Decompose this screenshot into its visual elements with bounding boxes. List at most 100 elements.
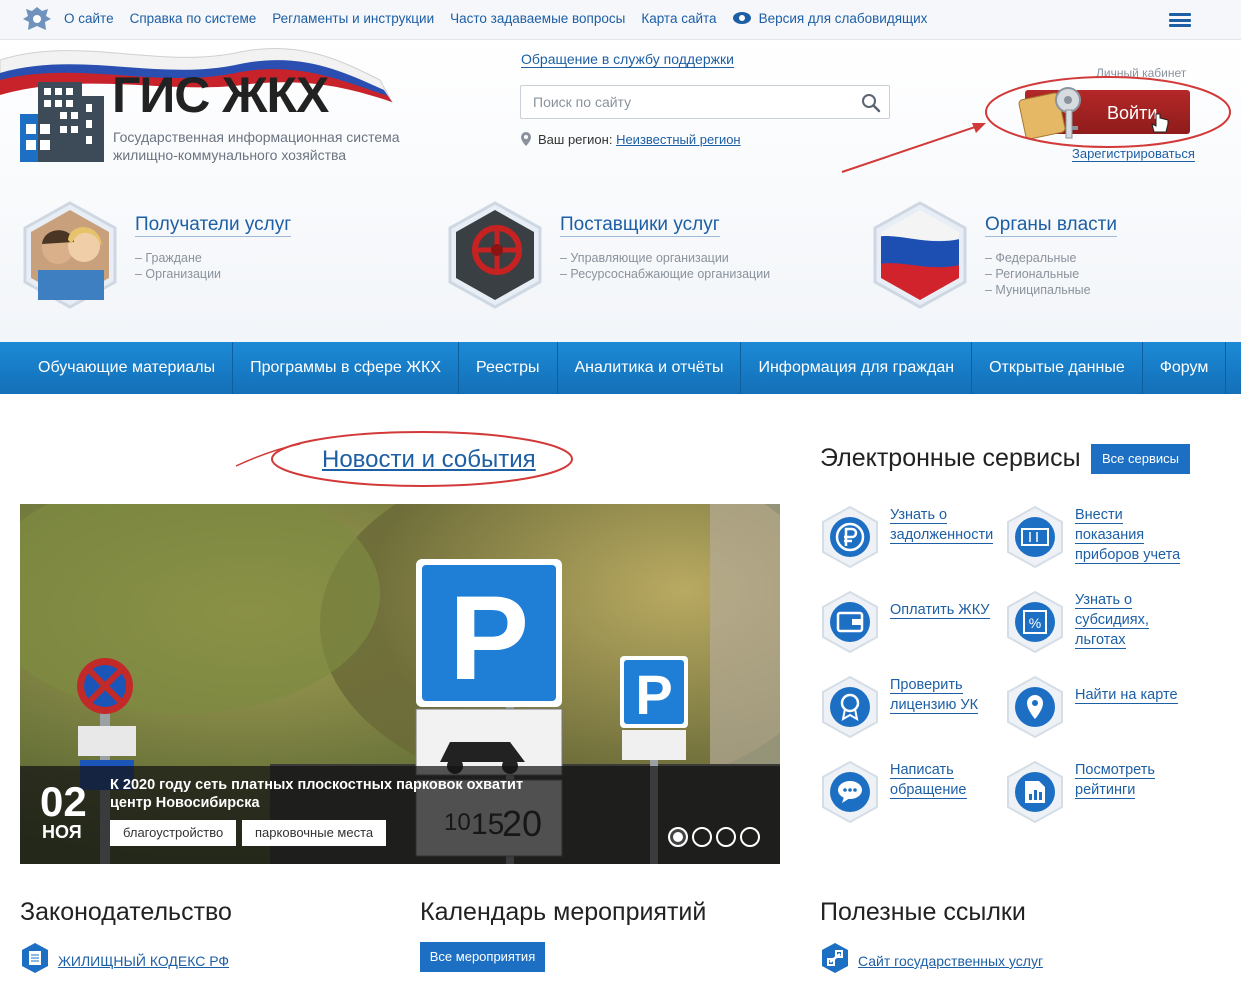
cabinet-label: Личный кабинет	[1096, 66, 1187, 80]
top-link-sitemap[interactable]: Карта сайта	[641, 11, 716, 26]
service-license[interactable]: Проверить лицензию УК	[820, 675, 1005, 745]
links-title: Полезные ссылки	[820, 898, 1026, 926]
register-link[interactable]: Зарегистрироваться	[1072, 146, 1195, 162]
category-title[interactable]: Органы власти	[985, 214, 1117, 237]
service-label: Внести показания приборов учета	[1075, 507, 1181, 564]
service-label: Посмотреть рейтинги	[1075, 762, 1155, 799]
logo-subtitle: Государственная информационная система ж…	[113, 129, 400, 163]
region-selector: Ваш регион: Неизвестный регион	[520, 132, 741, 147]
top-link-regulations[interactable]: Регламенты и инструкции	[272, 11, 434, 26]
russian-flag-icon	[873, 201, 967, 309]
news-title[interactable]: Новости и события	[322, 446, 536, 474]
svg-text:P: P	[449, 571, 529, 705]
nav-training[interactable]: Обучающие материалы	[0, 342, 234, 394]
search-input[interactable]	[521, 86, 841, 118]
region-link[interactable]: Неизвестный регион	[616, 132, 741, 147]
recipients-photo-icon	[23, 201, 117, 309]
top-link-faq[interactable]: Часто задаваемые вопросы	[450, 11, 625, 26]
percent-icon: %	[1007, 590, 1063, 654]
region-label: Ваш регион:	[538, 132, 613, 147]
category-item[interactable]: – Управляющие организации	[560, 250, 770, 266]
category-item[interactable]: – Федеральные	[985, 250, 1091, 266]
service-label: Узнать о субсидиях, льготах	[1075, 592, 1149, 649]
license-icon	[822, 675, 878, 739]
slider-dot-4[interactable]	[740, 827, 760, 847]
slide-headline[interactable]: К 2020 году сеть платных плоскостных пар…	[110, 776, 560, 812]
slide-date-month: НОЯ	[42, 822, 82, 842]
category-item[interactable]: – Граждане	[135, 250, 221, 266]
top-bar: О сайте Справка по системе Регламенты и …	[0, 0, 1241, 40]
all-events-button[interactable]: Все мероприятия	[420, 942, 545, 972]
nav-open-data[interactable]: Открытые данные	[972, 342, 1143, 394]
law-title: Законодательство	[20, 898, 232, 926]
providers-valve-icon	[448, 201, 542, 309]
svg-text:P: P	[635, 663, 672, 726]
category-item[interactable]: – Организации	[135, 266, 221, 282]
slider-dot-3[interactable]	[716, 827, 736, 847]
service-ratings[interactable]: Посмотреть рейтинги	[1005, 760, 1190, 830]
all-services-button[interactable]: Все сервисы	[1091, 444, 1190, 474]
nav-analytics[interactable]: Аналитика и отчёты	[558, 342, 742, 394]
eye-icon	[732, 12, 751, 24]
news-annotation-tail	[235, 443, 301, 467]
service-pay[interactable]: Оплатить ЖКУ	[820, 590, 1005, 660]
calendar-title: Календарь мероприятий	[420, 898, 707, 926]
law-link[interactable]: ЖИЛИЩНЫЙ КОДЕКС РФ	[20, 942, 229, 977]
category-items: – Граждане – Организации	[135, 250, 221, 282]
logo-building-icon	[20, 82, 104, 162]
top-link-help[interactable]: Справка по системе	[130, 11, 257, 26]
gosuslugi-link-label: Сайт государственных услуг	[858, 953, 1044, 969]
news-slider[interactable]: P 10 15 20 P 02 НОЯ К 2020 году сеть пла…	[20, 504, 780, 864]
category-item[interactable]: – Региональные	[985, 266, 1091, 282]
accessibility-label: Версия для слабовидящих	[758, 11, 928, 26]
search-icon[interactable]	[861, 93, 881, 113]
nav-citizens-info[interactable]: Информация для граждан	[741, 342, 973, 394]
gosuslugi-link[interactable]: Сайт государственных услуг	[820, 942, 1043, 977]
search-box	[520, 85, 890, 119]
meter-icon	[1007, 505, 1063, 569]
service-label: Найти на карте	[1075, 687, 1178, 704]
service-map[interactable]: Найти на карте	[1005, 675, 1190, 745]
ruble-icon	[822, 505, 878, 569]
coat-of-arms-icon[interactable]	[20, 4, 54, 36]
support-link[interactable]: Обращение в службу поддержки	[521, 51, 734, 68]
nav-forum[interactable]: Форум	[1143, 342, 1227, 394]
location-pin-icon	[521, 132, 531, 146]
accessibility-link[interactable]: Версия для слабовидящих	[732, 11, 928, 26]
tag-improvement[interactable]: благоустройство	[110, 820, 237, 846]
service-subsidies[interactable]: % Узнать о субсидиях, льготах	[1005, 590, 1190, 660]
category-items: – Федеральные – Региональные – Муниципал…	[985, 250, 1091, 298]
category-items: – Управляющие организации – Ресурсоснабж…	[560, 250, 770, 282]
service-label: Проверить лицензию УК	[890, 677, 979, 714]
nav-registries[interactable]: Реестры	[459, 342, 558, 394]
slide-date-day: 02	[40, 778, 87, 825]
login-label: Войти	[1107, 103, 1158, 123]
service-appeal[interactable]: Написать обращение	[820, 760, 1005, 830]
services-title: Электронные сервисы	[820, 444, 1081, 472]
category-title[interactable]: Получатели услуг	[135, 214, 292, 237]
document-icon	[22, 943, 48, 973]
wallet-icon	[822, 590, 878, 654]
law-link-label: ЖИЛИЩНЫЙ КОДЕКС РФ	[58, 953, 230, 969]
link-icon	[822, 943, 848, 973]
top-nav: О сайте Справка по системе Регламенты и …	[64, 11, 927, 26]
slider-dot-1[interactable]	[668, 827, 688, 847]
category-item[interactable]: – Муниципальные	[985, 282, 1091, 298]
chat-icon	[822, 760, 878, 824]
category-item[interactable]: – Ресурсоснабжающие организации	[560, 266, 770, 282]
category-title[interactable]: Поставщики услуг	[560, 214, 720, 237]
menu-icon[interactable]	[1169, 13, 1191, 27]
logo-title[interactable]: ГИС ЖКХ	[112, 66, 329, 124]
svg-text:%: %	[1029, 615, 1041, 631]
top-link-about[interactable]: О сайте	[64, 11, 114, 26]
rating-icon	[1007, 760, 1063, 824]
slider-dot-2[interactable]	[692, 827, 712, 847]
nav-programs[interactable]: Программы в сфере ЖКХ	[233, 342, 459, 394]
service-debt[interactable]: Узнать о задолженности	[820, 505, 1005, 575]
tag-parking[interactable]: парковочные места	[242, 820, 387, 846]
service-label: Написать обращение	[890, 762, 967, 799]
slider-dots	[668, 827, 760, 847]
main-nav: Обучающие материалы Программы в сфере ЖК…	[0, 342, 1241, 394]
service-meters[interactable]: Внести показания приборов учета	[1005, 505, 1190, 575]
service-label: Узнать о задолженности	[890, 507, 994, 544]
